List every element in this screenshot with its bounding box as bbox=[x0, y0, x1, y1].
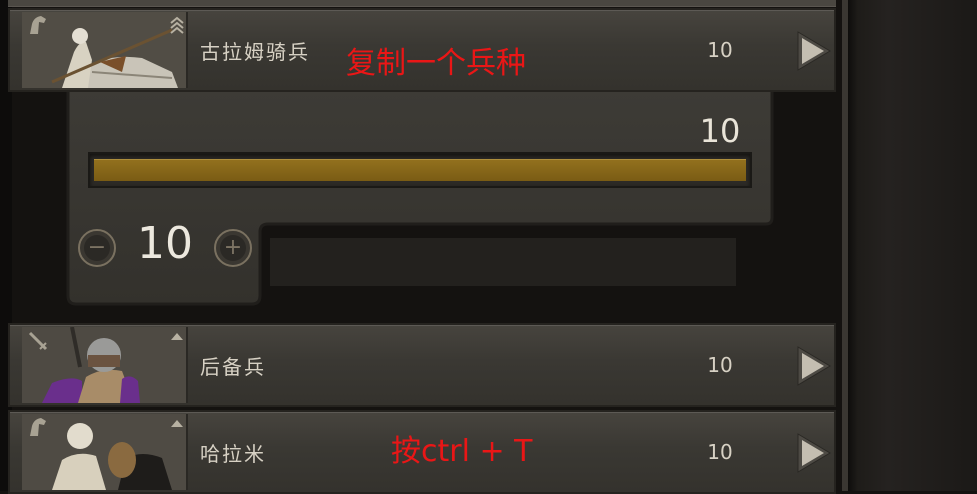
annotation-press-keys: 按ctrl + T bbox=[391, 434, 533, 469]
transfer-arrow-button[interactable] bbox=[794, 345, 834, 387]
rank-triangle-icon bbox=[171, 333, 183, 340]
unit-count: 10 bbox=[707, 440, 733, 464]
unit-portrait bbox=[22, 327, 188, 403]
rank-chevrons-icon bbox=[170, 16, 184, 34]
unit-count: 10 bbox=[707, 38, 733, 62]
increase-button[interactable]: + bbox=[214, 229, 252, 267]
annotation-copy-unit: 复制一个兵种 bbox=[346, 46, 526, 81]
minus-icon: − bbox=[87, 235, 107, 260]
transfer-arrow-button[interactable] bbox=[794, 30, 834, 72]
transfer-arrow-button[interactable] bbox=[794, 432, 834, 474]
slider-max-value: 10 bbox=[699, 112, 741, 150]
unit-count: 10 bbox=[707, 353, 733, 377]
previous-row-edge bbox=[8, 0, 836, 7]
sword-icon bbox=[28, 331, 48, 351]
decrease-button[interactable]: − bbox=[78, 229, 116, 267]
unit-portrait bbox=[22, 414, 188, 490]
quantity-slider[interactable] bbox=[88, 152, 752, 188]
unit-name: 古拉姆骑兵 bbox=[200, 40, 310, 64]
unit-portrait bbox=[22, 12, 188, 88]
rank-triangle-icon bbox=[171, 420, 183, 427]
plus-icon: + bbox=[223, 235, 243, 260]
unit-name: 后备兵 bbox=[200, 355, 266, 379]
unit-name: 哈拉米 bbox=[200, 442, 266, 466]
horse-icon bbox=[30, 418, 46, 436]
unit-row[interactable]: 后备兵 10 bbox=[8, 323, 836, 407]
transfer-panel bbox=[66, 90, 774, 306]
quantity-value: 10 bbox=[137, 218, 193, 269]
right-side-panel bbox=[848, 0, 977, 491]
slider-fill bbox=[94, 159, 746, 181]
horse-icon bbox=[30, 16, 46, 34]
